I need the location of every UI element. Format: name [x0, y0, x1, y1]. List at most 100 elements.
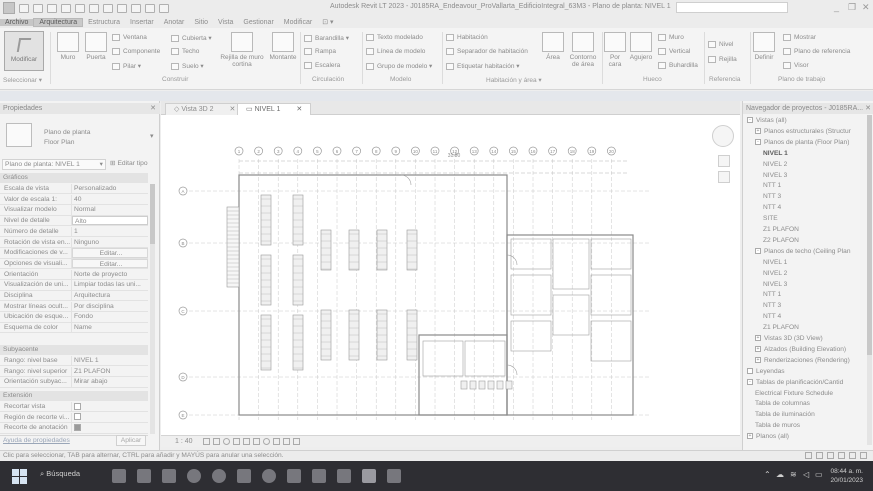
taskbar-clock[interactable]: 08:44 a. m. 20/01/2023 [830, 467, 863, 485]
grid-bubble[interactable]: 2 [254, 146, 263, 156]
wall-button[interactable]: Muro [56, 32, 80, 61]
browser-item[interactable]: NTT 1 [763, 290, 781, 299]
property-row[interactable]: Valor de escala 1: 40 [0, 194, 148, 206]
view-cube-icon[interactable] [712, 125, 734, 147]
property-value[interactable]: Arquitectura [72, 291, 148, 300]
view-scale[interactable]: 1 : 40 [175, 436, 193, 447]
menu-tab-anotar[interactable]: Anotar [159, 19, 190, 26]
property-row[interactable]: Esquema de color Name [0, 323, 148, 334]
browser-item[interactable]: Tabla de iluminación [755, 410, 815, 419]
widgets-icon[interactable] [137, 469, 151, 483]
grid-bubble[interactable]: 8 [371, 146, 381, 156]
viewer-button[interactable]: Visor [783, 62, 809, 69]
expand-icon[interactable]: + [747, 433, 753, 440]
scrollbar-thumb[interactable] [150, 184, 155, 244]
property-value[interactable]: Editar... [72, 258, 148, 269]
browser-item[interactable]: NIVEL 2 [763, 160, 787, 169]
property-row[interactable]: Visualización de uni... Limpiar todas las… [0, 280, 148, 291]
desk-row[interactable] [320, 309, 332, 361]
wall-opening-button[interactable]: Muro [658, 34, 684, 41]
browser-item[interactable]: NIVEL 3 [763, 280, 787, 289]
file-explorer-icon[interactable] [162, 469, 176, 483]
property-value[interactable]: Personalizado [72, 184, 148, 193]
grid-bubble[interactable]: 15 [509, 146, 518, 156]
desk-row[interactable] [406, 309, 418, 361]
switch-windows-icon[interactable] [159, 3, 169, 13]
column-button[interactable]: Pilar ▾ [112, 62, 141, 70]
zoom-icon[interactable] [718, 171, 730, 183]
grid-bubble[interactable]: 16 [528, 146, 538, 156]
property-value[interactable]: NIVEL 1 [72, 356, 148, 365]
revit-taskbar-icon[interactable] [362, 469, 376, 483]
row-bubble[interactable]: A [178, 186, 188, 196]
row-bubble[interactable]: C [178, 306, 188, 316]
collapse-icon[interactable]: - [747, 117, 753, 124]
desk-row[interactable] [348, 229, 360, 271]
browser-item[interactable]: Tabla de muros [755, 421, 800, 430]
grid-button[interactable]: Rejilla [708, 56, 737, 63]
word-icon[interactable] [312, 469, 326, 483]
extra-tab-icon[interactable]: ⊡ ▾ [317, 18, 338, 26]
edit-type-button[interactable]: ⊞ Editar tipo [110, 159, 148, 169]
print-icon[interactable] [75, 3, 85, 13]
text-icon[interactable] [103, 3, 113, 13]
select-links-icon[interactable] [805, 452, 812, 459]
property-row[interactable]: Opciones de visuali... Editar... [0, 258, 148, 270]
desk-row[interactable] [260, 194, 272, 246]
wifi-icon[interactable]: ≋ [790, 470, 797, 479]
taskbar-search[interactable]: ⌕ Búsqueda [40, 469, 80, 479]
property-value[interactable]: Ninguno [72, 238, 148, 247]
open-icon[interactable] [19, 3, 29, 13]
property-value[interactable] [72, 402, 148, 411]
property-checkbox[interactable] [74, 413, 81, 421]
browser-item[interactable]: Leyendas [747, 367, 785, 376]
property-row[interactable]: Recorte de anotación [0, 423, 148, 434]
crop-view-icon[interactable] [243, 438, 250, 445]
select-group-label[interactable]: Seleccionar ▾ [3, 76, 42, 84]
help-search-input[interactable] [676, 2, 788, 13]
expand-icon[interactable]: + [755, 128, 761, 135]
property-row[interactable]: Visualizar modelo Normal [0, 205, 148, 216]
expand-icon[interactable]: + [755, 357, 761, 364]
menu-tab-archivo[interactable]: Archivo [0, 18, 34, 26]
browser-item[interactable]: - Planos de planta (Floor Plan) [755, 138, 849, 147]
property-value[interactable]: Z1 PLAFON [72, 367, 148, 376]
task-view-icon[interactable] [112, 469, 126, 483]
close-tab-icon[interactable]: ✕ [296, 106, 302, 113]
detail-level-icon[interactable] [203, 438, 210, 445]
room-button[interactable]: Habitación [446, 34, 488, 41]
view-tab[interactable]: ▭ NIVEL 1 ✕ [237, 103, 312, 115]
properties-scrollbar[interactable] [150, 184, 155, 434]
outlook-icon[interactable] [287, 469, 301, 483]
property-row[interactable]: Mostrar líneas ocult... Por disciplina [0, 301, 148, 313]
property-value[interactable]: Normal [72, 205, 148, 214]
navigation-wheel-icon[interactable] [718, 155, 730, 167]
expand-icon[interactable]: + [755, 335, 761, 342]
section-icon[interactable] [131, 3, 141, 13]
browser-item[interactable]: NTT 4 [763, 203, 781, 212]
restore-button[interactable]: ❐ [848, 2, 856, 13]
modify-button[interactable]: Modificar [4, 31, 44, 71]
browser-item[interactable]: Z2 PLAFON [763, 236, 799, 245]
grid-bubble[interactable]: 19 [587, 146, 597, 156]
browser-item[interactable]: NIVEL 3 [763, 171, 787, 180]
menu-tab-estructura[interactable]: Estructura [83, 19, 125, 26]
model-text-button[interactable]: Texto modelado [366, 34, 423, 41]
close-tab-icon[interactable]: ✕ [230, 106, 236, 113]
chrome-icon[interactable] [262, 469, 276, 483]
property-value[interactable] [72, 413, 148, 422]
property-value[interactable]: Por disciplina [72, 302, 148, 311]
browser-item[interactable]: NIVEL 2 [763, 269, 787, 278]
property-value[interactable]: Editar... [72, 248, 148, 258]
desk-row[interactable] [348, 309, 360, 361]
ramp-button[interactable]: Rampa [304, 48, 336, 55]
property-row[interactable]: Recortar vista [0, 402, 148, 413]
save-icon[interactable] [33, 3, 43, 13]
property-value[interactable]: Mirar abajo [72, 377, 148, 386]
filter-icon[interactable] [860, 452, 867, 459]
desk-row[interactable] [292, 254, 304, 306]
property-value[interactable]: 1 [72, 227, 148, 236]
extents-group-header[interactable]: Extensión [0, 391, 148, 401]
property-row[interactable]: Rango: nivel base NIVEL 1 [0, 356, 148, 367]
grid-bubble[interactable]: 14 [489, 146, 499, 156]
